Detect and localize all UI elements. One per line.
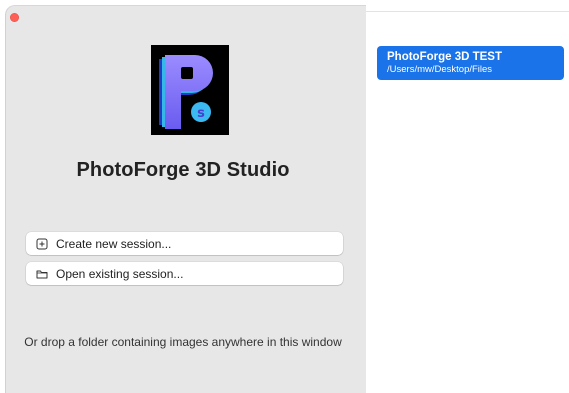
close-window-button[interactable] [10, 13, 19, 22]
plus-square-icon [36, 238, 48, 250]
create-session-button[interactable]: Create new session... [26, 232, 343, 255]
app-title: PhotoForge 3D Studio [76, 159, 290, 181]
folder-icon [36, 268, 48, 280]
create-session-label: Create new session... [56, 236, 172, 251]
open-session-button[interactable]: Open existing session... [26, 262, 343, 285]
recent-session-item[interactable]: PhotoForge 3D TEST /Users/mw/Desktop/Fil… [377, 46, 564, 80]
svg-text:s: s [197, 106, 205, 121]
app-window: s PhotoForge 3D Studio Create new sessio… [0, 0, 569, 393]
photoforge-logo-icon: s [151, 45, 229, 135]
recent-session-name: PhotoForge 3D TEST [387, 51, 502, 63]
open-session-label: Open existing session... [56, 266, 184, 281]
recent-session-path: /Users/mw/Desktop/Files [387, 64, 493, 75]
drop-hint-text: Or drop a folder containing images anywh… [24, 335, 342, 349]
